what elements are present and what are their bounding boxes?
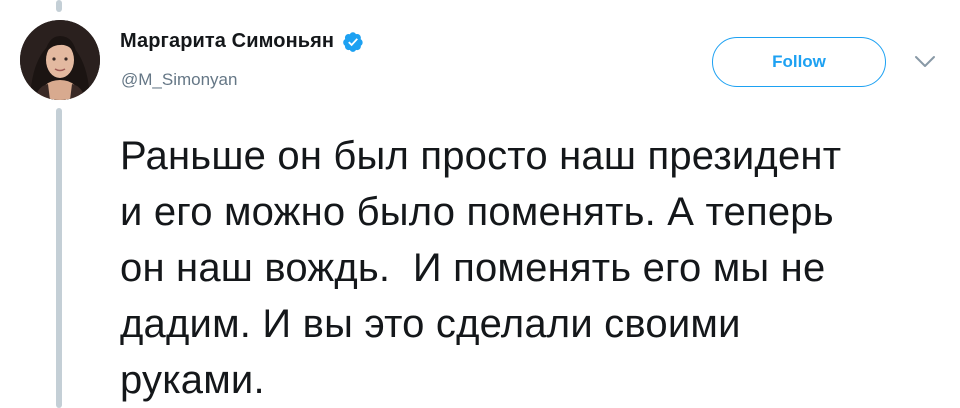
avatar[interactable]: [20, 20, 100, 100]
author-handle[interactable]: @M_Simonyan: [121, 70, 237, 90]
profile-photo-icon: [20, 20, 100, 100]
author-display-name[interactable]: Маргарита Симоньян: [120, 30, 334, 53]
thread-line-bottom: [56, 108, 62, 408]
thread-line-top: [56, 0, 62, 12]
chevron-down-icon[interactable]: [914, 55, 936, 69]
verified-badge-icon: [343, 31, 363, 52]
tweet-text: Раньше он был просто наш президент и его…: [120, 134, 842, 402]
follow-button[interactable]: Follow: [712, 37, 886, 87]
author-name-row[interactable]: Маргарита Симоньян: [120, 30, 364, 53]
